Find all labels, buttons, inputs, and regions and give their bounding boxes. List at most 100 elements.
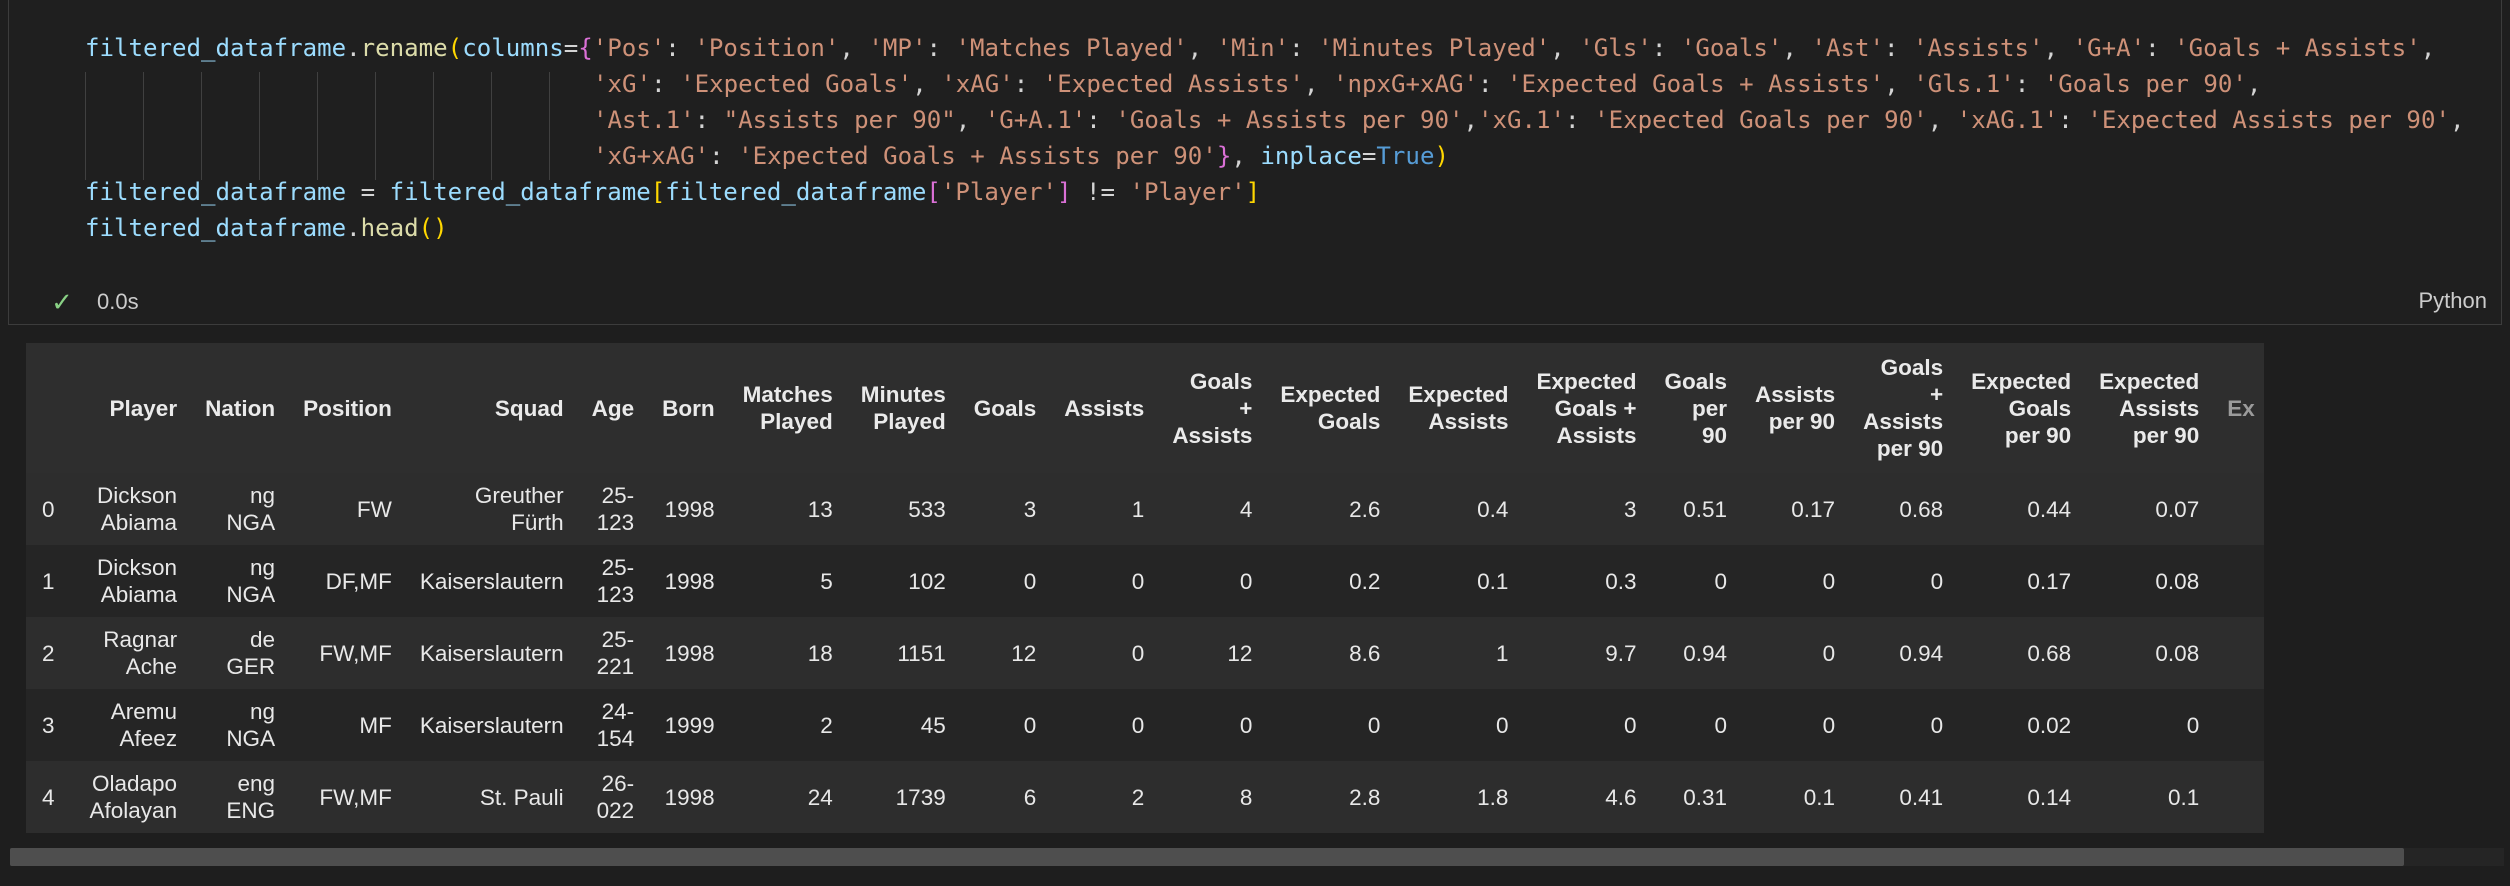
column-header-text: Minutes bbox=[860, 382, 946, 407]
cell-text: 1999 bbox=[664, 712, 715, 738]
table-cell: 13 bbox=[724, 473, 842, 545]
table-cell: 25- 123 bbox=[573, 473, 644, 545]
cell-text: 0 bbox=[1714, 568, 1728, 594]
column-header: Expected Assists per 90 bbox=[2080, 343, 2208, 473]
cell-text: 0 bbox=[1930, 568, 1944, 594]
cell-text: 1998 bbox=[664, 784, 715, 810]
table-cell: 12 bbox=[1153, 617, 1261, 689]
code-line[interactable]: filtered_dataframe.rename(columns={'Pos'… bbox=[85, 30, 2464, 66]
cell-text: 0 bbox=[1131, 640, 1145, 666]
table-cell: ng NGA bbox=[186, 473, 284, 545]
cell-text: 0.02 bbox=[2027, 712, 2072, 738]
table-cell: FW,MF bbox=[284, 761, 401, 833]
code-line[interactable]: filtered_dataframe = filtered_dataframe[… bbox=[85, 174, 2464, 210]
cell-text: 1 bbox=[1131, 496, 1145, 522]
table-row: 1 Dickson Abiama ng NGA DF,MF Kaiserslautern 25… bbox=[26, 545, 2264, 617]
table-cell: 24- 154 bbox=[573, 689, 644, 761]
column-header: Goals per 90 bbox=[1646, 343, 1737, 473]
cell-text: Oladapo bbox=[92, 771, 178, 796]
table-cell: MF bbox=[284, 689, 401, 761]
column-header: Born bbox=[643, 343, 724, 473]
dataframe-table: Player Nation Position Squad Age Born Matches P… bbox=[26, 343, 2264, 833]
cell-text: 6 bbox=[1023, 784, 1037, 810]
table-row: 0 Dickson Abiama ng NGA FW Greuther Fürth 25- 123… bbox=[26, 473, 2264, 545]
code-editor[interactable]: filtered_dataframe.rename(columns={'Pos'… bbox=[85, 30, 2464, 246]
cell-text: 1.8 bbox=[1477, 784, 1509, 810]
column-header-text: Expected bbox=[1408, 382, 1509, 407]
column-header-text: per 90 bbox=[2004, 422, 2072, 448]
table-cell: St. Pauli bbox=[401, 761, 573, 833]
scrollbar-thumb[interactable] bbox=[10, 848, 2404, 866]
cell-text: 0.31 bbox=[1683, 784, 1728, 810]
column-header-text: Player bbox=[109, 395, 178, 421]
table-cell bbox=[2208, 617, 2264, 689]
column-header: Squad bbox=[401, 343, 573, 473]
column-header-text: Position bbox=[303, 395, 392, 421]
language-label[interactable]: Python bbox=[2419, 288, 2488, 314]
cell-text: GER bbox=[226, 654, 276, 679]
table-cell: 25- 123 bbox=[573, 545, 644, 617]
table-cell: 2 bbox=[1045, 761, 1153, 833]
table-row: 2 Ragnar Ache de GER FW,MF Kaiserslautern 25- 22… bbox=[26, 617, 2264, 689]
table-cell: 0.44 bbox=[1952, 473, 2080, 545]
column-header-text: 90 bbox=[1702, 422, 1728, 448]
cell-text: 022 bbox=[596, 798, 635, 823]
table-cell: 1999 bbox=[643, 689, 724, 761]
cell-text: ENG bbox=[226, 798, 276, 823]
table-cell: 0 bbox=[1261, 689, 1389, 761]
table-cell: Aremu Afeez bbox=[71, 689, 187, 761]
code-line[interactable]: 'Ast.1': "Assists per 90", 'G+A.1': 'Goa… bbox=[85, 102, 2464, 138]
row-index: 2 bbox=[42, 640, 55, 666]
cell-text: 0 bbox=[1023, 712, 1037, 738]
table-cell: ng NGA bbox=[186, 689, 284, 761]
table-cell: 24 bbox=[724, 761, 842, 833]
cell-text: 0 bbox=[1495, 712, 1509, 738]
cell-text: 0.3 bbox=[1605, 568, 1637, 594]
column-header-text: + bbox=[1239, 395, 1253, 421]
cell-text: 0 bbox=[1822, 712, 1836, 738]
table-cell: 0 bbox=[1736, 617, 1844, 689]
cell-text: Kaiserslautern bbox=[419, 568, 564, 594]
cell-text: 102 bbox=[908, 568, 946, 594]
table-cell: 0.3 bbox=[1517, 545, 1645, 617]
cell-text: 24- bbox=[601, 699, 635, 724]
table-cell: 1 bbox=[1389, 617, 1517, 689]
table-cell: 1998 bbox=[643, 545, 724, 617]
code-line[interactable]: 'xG': 'Expected Goals', 'xAG': 'Expected… bbox=[85, 66, 2464, 102]
table-cell: 0 bbox=[1646, 545, 1737, 617]
table-cell: 2 bbox=[724, 689, 842, 761]
table-cell bbox=[2208, 761, 2264, 833]
table-cell: Kaiserslautern bbox=[401, 545, 573, 617]
cell-text: 0.1 bbox=[1803, 784, 1836, 810]
cell-text: 12 bbox=[1227, 640, 1253, 666]
horizontal-scrollbar[interactable] bbox=[10, 848, 2504, 866]
table-cell: 0.68 bbox=[1952, 617, 2080, 689]
cell-text: 2 bbox=[1131, 784, 1145, 810]
cell-text: 26- bbox=[601, 771, 635, 796]
code-line[interactable]: filtered_dataframe.head() bbox=[85, 210, 2464, 246]
cell-text: 2 bbox=[820, 712, 833, 738]
column-header-text: Nation bbox=[205, 395, 276, 421]
table-cell: 4 bbox=[1153, 473, 1261, 545]
column-header: Expected Assists bbox=[1389, 343, 1517, 473]
column-header-text: per 90 bbox=[2132, 422, 2200, 448]
table-cell: 0.51 bbox=[1646, 473, 1737, 545]
table-cell: 102 bbox=[842, 545, 955, 617]
table-cell: 0.2 bbox=[1261, 545, 1389, 617]
cell-text: Afeez bbox=[119, 726, 178, 751]
cell-text: FW bbox=[356, 496, 392, 522]
table-cell: 8 bbox=[1153, 761, 1261, 833]
column-header-text: Goals bbox=[1664, 368, 1728, 394]
code-cell[interactable]: filtered_dataframe.rename(columns={'Pos'… bbox=[8, 0, 2502, 325]
code-line[interactable]: 'xG+xAG': 'Expected Goals + Assists per … bbox=[85, 138, 2464, 174]
column-header-text: Goals bbox=[1317, 409, 1381, 434]
table-cell: 0.41 bbox=[1844, 761, 1952, 833]
cell-text: 0 bbox=[1023, 568, 1037, 594]
table-cell: 25- 221 bbox=[573, 617, 644, 689]
cell-text: 12 bbox=[1011, 640, 1037, 666]
cell-text: 0 bbox=[1131, 568, 1145, 594]
cell-text: 533 bbox=[908, 496, 946, 522]
column-header-text: Assists bbox=[1064, 395, 1145, 421]
table-cell: de GER bbox=[186, 617, 284, 689]
cell-text: 0 bbox=[1623, 712, 1637, 738]
